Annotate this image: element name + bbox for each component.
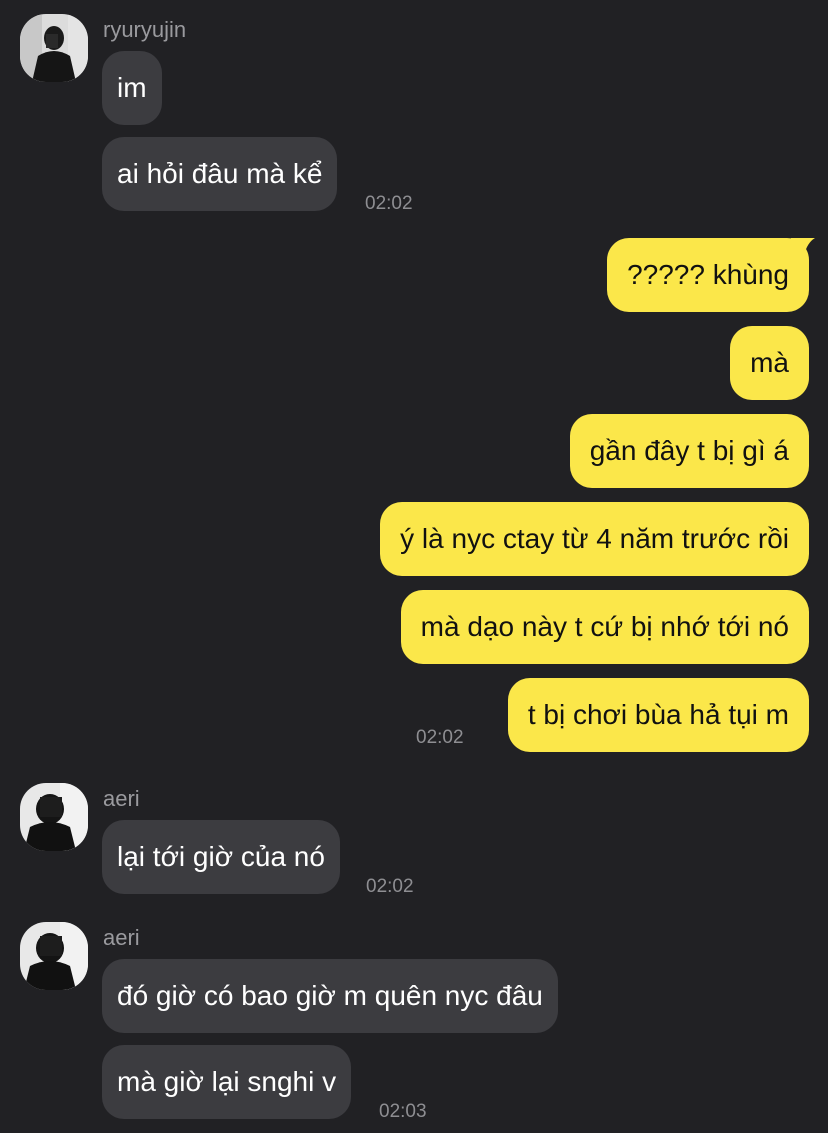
- message-text: đó giờ có bao giờ m quên nyc đâu: [117, 980, 543, 1011]
- message-bubble-outgoing[interactable]: ????? khùng: [607, 238, 815, 312]
- bubble-tail: [791, 238, 815, 262]
- chat-screen[interactable]: ryuryujin im ai hỏi đâu mà kể 02:02 ????…: [0, 0, 828, 1133]
- message-bubble-outgoing[interactable]: mà: [730, 326, 809, 400]
- sender-name: ryuryujin: [103, 17, 187, 42]
- message-text: ai hỏi đâu mà kể: [117, 158, 323, 189]
- avatar-aeri[interactable]: [20, 783, 88, 851]
- message-text: t bị chơi bùa hả tụi m: [527, 699, 789, 730]
- message-bubble-outgoing[interactable]: gần đây t bị gì á: [569, 414, 809, 488]
- message-text: ý là nyc ctay từ 4 năm trước rồi: [400, 523, 789, 554]
- timestamp: 02:02: [416, 727, 464, 748]
- message-bubble[interactable]: đó giờ có bao giờ m quên nyc đâu: [102, 959, 558, 1033]
- message-text: mà giờ lại snghi v: [117, 1066, 337, 1097]
- avatar-aeri[interactable]: [20, 922, 88, 990]
- message-text: mà dạo này t cứ bị nhớ tới nó: [420, 611, 789, 642]
- timestamp: 02:02: [366, 876, 414, 897]
- message-bubble[interactable]: lại tới giờ của nó: [102, 820, 340, 894]
- sender-name: aeri: [103, 925, 140, 950]
- message-bubble-outgoing[interactable]: ý là nyc ctay từ 4 năm trước rồi: [380, 502, 809, 576]
- message-text: mà: [750, 347, 789, 378]
- sender-name: aeri: [103, 786, 140, 811]
- message-bubble[interactable]: ai hỏi đâu mà kể: [102, 137, 338, 211]
- message-bubble[interactable]: mà giờ lại snghi v: [102, 1045, 352, 1119]
- message-bubble[interactable]: im: [102, 51, 162, 125]
- message-text: ????? khùng: [627, 259, 789, 290]
- message-text: lại tới giờ của nó: [117, 841, 325, 872]
- message-bubble-outgoing[interactable]: mà dạo này t cứ bị nhớ tới nó: [400, 590, 809, 664]
- timestamp: 02:02: [365, 193, 413, 214]
- message-text: im: [117, 72, 147, 103]
- message-text: gần đây t bị gì á: [589, 435, 789, 466]
- message-bubble-outgoing[interactable]: t bị chơi bùa hả tụi m: [507, 678, 809, 752]
- avatar-ryuryujin[interactable]: [20, 14, 88, 82]
- timestamp: 02:03: [379, 1101, 427, 1122]
